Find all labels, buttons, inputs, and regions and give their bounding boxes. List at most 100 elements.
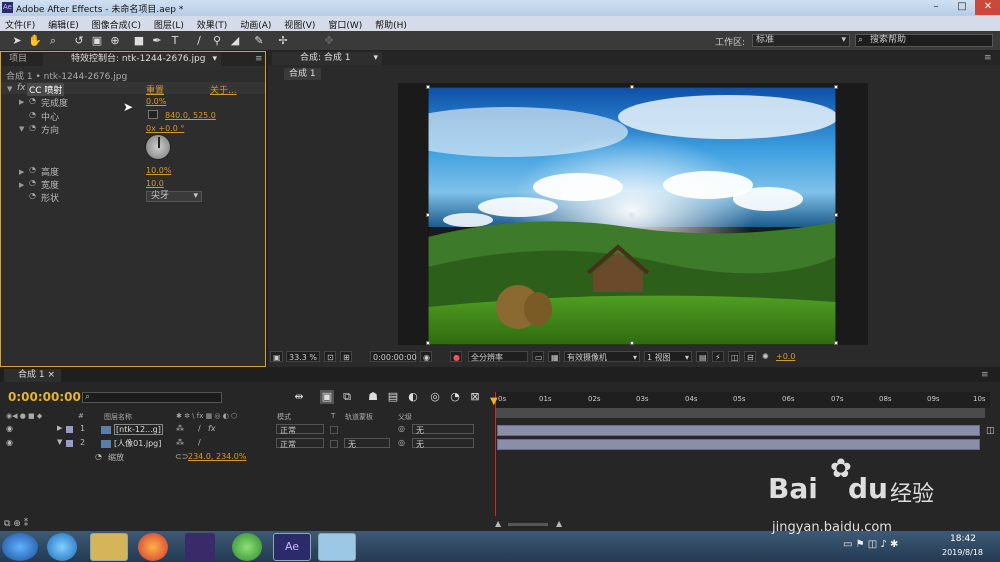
zoom-tool-icon[interactable]: ⌕ xyxy=(46,34,60,48)
work-area-bar[interactable] xyxy=(495,408,985,418)
workspace-select[interactable]: 标准 ▾ xyxy=(752,34,850,47)
file-explorer-icon[interactable] xyxy=(90,533,128,561)
resize-handle[interactable] xyxy=(630,341,634,345)
layer-name[interactable]: [人像01.jpg] xyxy=(114,438,161,449)
menu-layer[interactable]: 图层(L) xyxy=(149,16,189,31)
resize-handle[interactable] xyxy=(426,85,430,89)
puppet-pin-tool-icon[interactable]: ✢ xyxy=(276,34,290,48)
playhead[interactable] xyxy=(495,392,496,516)
views-select[interactable]: 1 视图 ▾ xyxy=(644,351,692,362)
camera-tool-icon[interactable]: ▣ xyxy=(90,34,104,48)
pickwhip-icon[interactable]: ◎ xyxy=(398,424,405,433)
comp-viewer[interactable]: ⊕ xyxy=(398,83,868,345)
timeline-search-input[interactable]: ⌕ xyxy=(82,392,222,403)
snapshot-icon[interactable]: ◉ xyxy=(420,351,432,362)
resize-handle[interactable] xyxy=(834,213,838,217)
label-color-swatch[interactable] xyxy=(66,440,73,447)
frame-blending-icon[interactable]: ▤ xyxy=(386,390,400,404)
pen-tool-icon[interactable]: ✒ xyxy=(150,34,164,48)
comp-mini-flowchart-icon[interactable]: ⇹ xyxy=(292,390,306,404)
effect-expand-icon[interactable]: ▼ xyxy=(7,85,12,93)
auto-keyframe-icon[interactable]: ◔ xyxy=(448,390,462,404)
menu-edit[interactable]: 编辑(E) xyxy=(43,16,84,31)
search-help-input[interactable]: ⌕ 搜索帮助 xyxy=(855,34,993,47)
transparency-grid-icon[interactable]: ▦ xyxy=(548,351,560,362)
prop-value-width[interactable]: 10.0 xyxy=(146,179,164,188)
timeline-icon[interactable]: ◫ xyxy=(728,351,740,362)
brainstorm-icon[interactable]: ◎ xyxy=(428,390,442,404)
zoom-select[interactable]: 33.3 % xyxy=(286,351,320,362)
media-player-icon[interactable] xyxy=(47,533,77,561)
exposure-icon[interactable]: ✺ xyxy=(760,351,772,362)
hand-tool-icon[interactable]: ✋ xyxy=(28,34,42,48)
collapse-switch-icon[interactable]: ⁂ xyxy=(176,438,184,447)
effect-about-link[interactable]: 关于... xyxy=(210,83,237,96)
parent-select[interactable]: 无 xyxy=(412,438,474,449)
selection-tool-icon[interactable]: ➤ xyxy=(10,34,24,48)
fit-icon[interactable]: ⊞ xyxy=(340,351,352,362)
prop-value-direction[interactable]: 0x +0.0 ° xyxy=(146,124,184,133)
chain-link-icon[interactable]: ⊂⊃ xyxy=(175,452,188,461)
start-button-icon[interactable] xyxy=(2,533,38,561)
trkmat-select[interactable]: 无 xyxy=(344,438,390,449)
minimize-button[interactable]: – xyxy=(923,0,949,15)
tab-effect-controls[interactable]: 特效控制台: ntk-1244-2676.jpg ▾ xyxy=(43,53,221,66)
timecode-display[interactable]: 0:00:00:00 xyxy=(370,351,417,362)
crosshair-icon[interactable] xyxy=(148,110,158,119)
tab-composition[interactable]: 合成: 合成 1 ▾ xyxy=(272,52,382,65)
effect-reset-link[interactable]: 重置 xyxy=(146,83,164,96)
text-tool-icon[interactable]: T xyxy=(168,34,182,48)
roi-icon[interactable]: ▭ xyxy=(532,351,544,362)
toggle-switches-icon[interactable]: ⧉ ⊕ ⁑ xyxy=(4,519,28,529)
collapse-switch-icon[interactable]: ⁂ xyxy=(176,424,184,433)
quality-switch-icon[interactable]: / xyxy=(198,424,201,433)
prop-value-height[interactable]: 10.0% xyxy=(146,166,171,175)
fx-icon[interactable]: fx xyxy=(208,424,216,433)
stopwatch-icon[interactable]: ◔ xyxy=(29,165,36,174)
comp-button-icon[interactable]: ◫ xyxy=(986,426,995,436)
anchor-point-icon[interactable]: ⊕ xyxy=(628,211,636,221)
flowchart-icon[interactable]: ⊟ xyxy=(744,351,756,362)
timeline-zoom-slider[interactable] xyxy=(508,523,548,526)
effect-name[interactable]: CC 喷射 xyxy=(27,83,65,96)
rotate-tool-icon[interactable]: ↺ xyxy=(72,34,86,48)
resolution-select[interactable]: 全分辨率 xyxy=(468,351,528,362)
expand-icon[interactable]: ▶ xyxy=(19,181,24,189)
menu-view[interactable]: 视图(V) xyxy=(279,16,320,31)
layer-row[interactable]: ◉ ▼ 2 [人像01.jpg] ⁂ / 正常 无 ◎ 无 xyxy=(0,438,492,450)
menu-composition[interactable]: 图像合成(C) xyxy=(87,16,146,31)
stopwatch-icon[interactable]: ◔ xyxy=(29,191,36,200)
preserve-transparency-checkbox[interactable] xyxy=(330,426,338,434)
layer-duration-bar[interactable] xyxy=(497,439,980,450)
fx-icon[interactable]: fx xyxy=(17,83,26,93)
collapse-icon[interactable]: ▼ xyxy=(57,438,62,446)
expand-icon[interactable]: ▶ xyxy=(19,168,24,176)
resize-handle[interactable] xyxy=(834,341,838,345)
close-button[interactable]: ✕ xyxy=(975,0,1000,15)
resize-handle[interactable] xyxy=(630,85,634,89)
panel-menu-icon[interactable]: ≡ xyxy=(978,52,998,65)
quality-switch-icon[interactable]: / xyxy=(198,438,201,447)
angle-dial[interactable] xyxy=(145,134,171,160)
scale-value[interactable]: 234.0, 234.0% xyxy=(188,452,247,461)
stopwatch-icon[interactable]: ◔ xyxy=(29,178,36,187)
eye-icon[interactable]: ◉ xyxy=(6,424,13,433)
graph-editor-icon[interactable]: ⊠ xyxy=(468,390,482,404)
eraser-tool-icon[interactable]: ◢ xyxy=(228,34,242,48)
collapse-icon[interactable]: ▼ xyxy=(19,125,24,133)
prop-value-center[interactable]: 840.0, 525.0 xyxy=(165,111,216,120)
firefox-icon[interactable] xyxy=(138,533,168,561)
camera-select[interactable]: 有效摄像机 ▾ xyxy=(564,351,640,362)
zoom-in-icon[interactable]: ▲ xyxy=(556,519,562,528)
menu-window[interactable]: 窗口(W) xyxy=(323,16,367,31)
panel-menu-icon[interactable]: ≡ xyxy=(249,53,269,66)
toggle-pixel-icon[interactable]: ▤ xyxy=(696,351,708,362)
browser-icon[interactable] xyxy=(232,533,262,561)
notepad-icon[interactable] xyxy=(318,533,356,561)
video-editor-icon[interactable] xyxy=(185,533,215,561)
live-update-icon[interactable]: ▣ xyxy=(320,390,334,404)
exposure-value[interactable]: +0.0 xyxy=(776,352,795,361)
prop-value-completion[interactable]: 0.0% xyxy=(146,97,166,106)
time-ruler[interactable]: 0s 01s 02s 03s 04s 05s 06s 07s 08s 09s 1… xyxy=(495,392,990,408)
axis-mode-icon[interactable]: ✥ xyxy=(322,34,336,48)
